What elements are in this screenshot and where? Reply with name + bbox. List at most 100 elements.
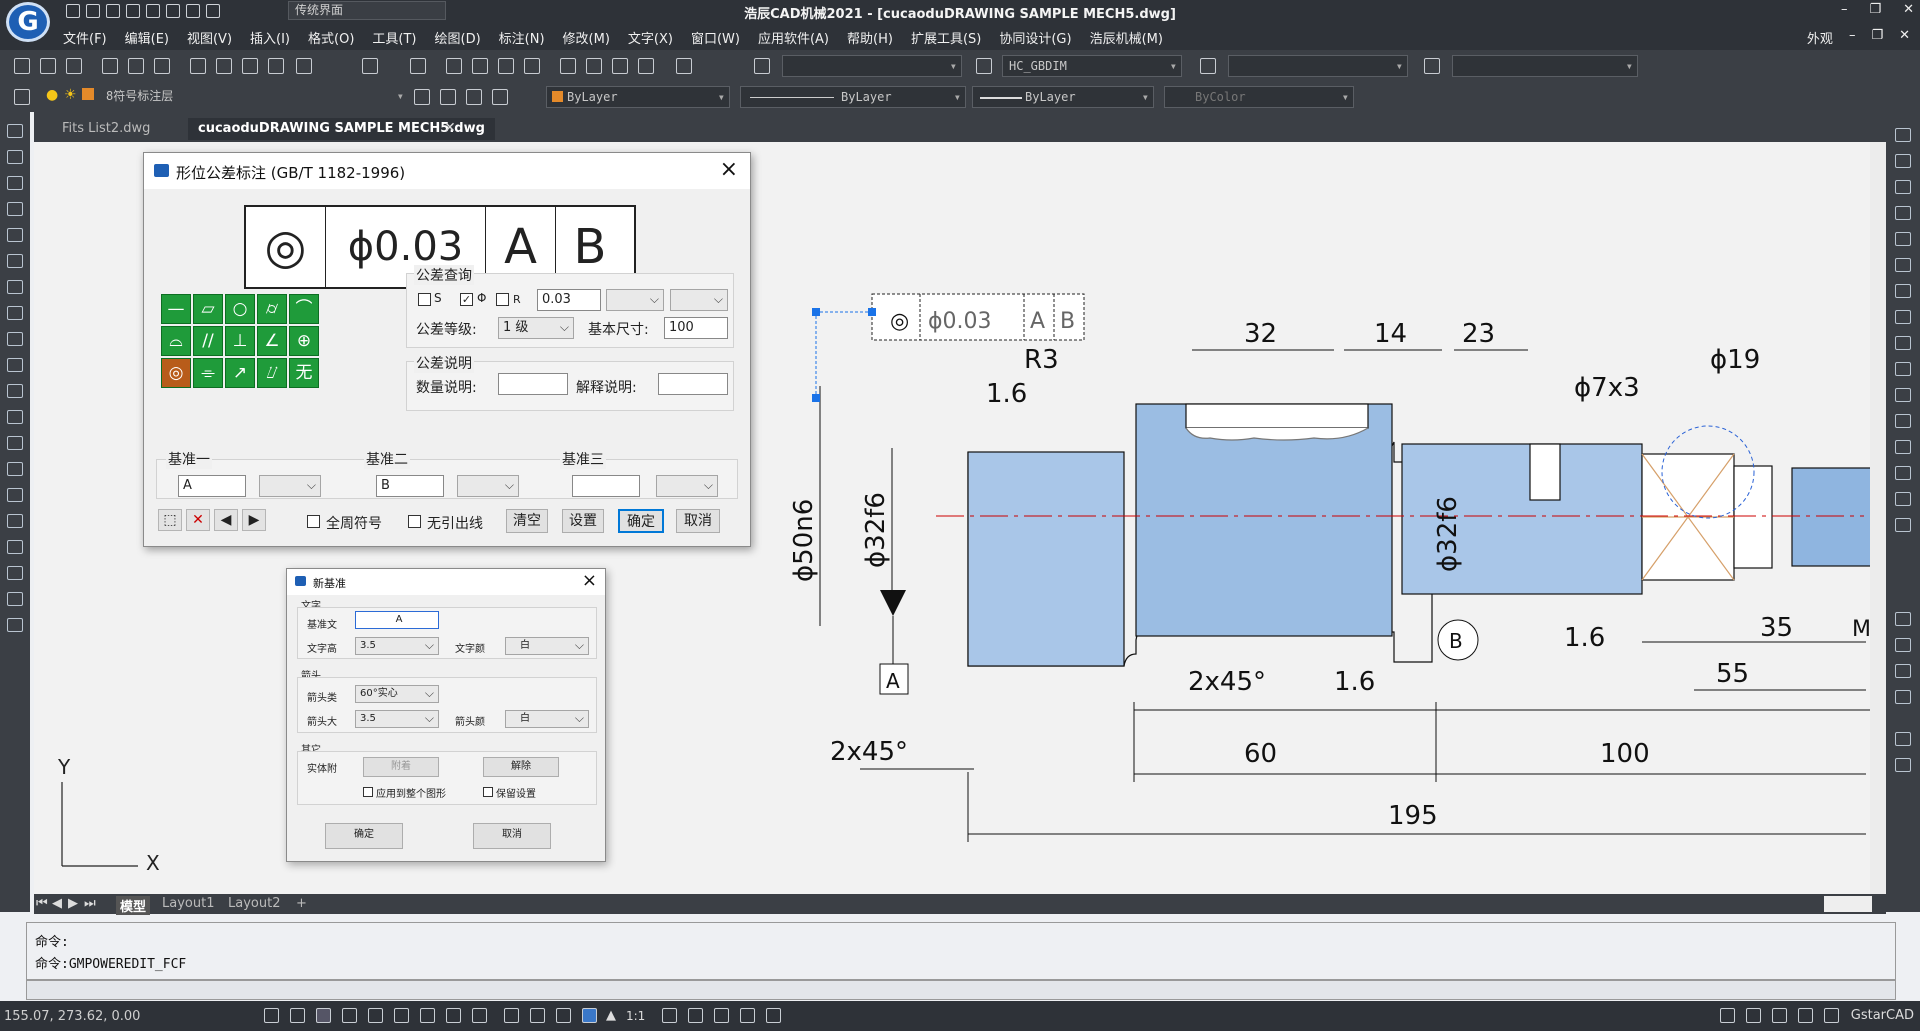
ellipse-arc-icon[interactable]: [7, 384, 23, 398]
explode-icon[interactable]: [1895, 518, 1911, 532]
fillet-icon[interactable]: [1895, 492, 1911, 506]
layer-iso-icon[interactable]: [1895, 732, 1911, 746]
datum3-input[interactable]: [572, 475, 640, 497]
no-symbol[interactable]: 无: [289, 358, 319, 388]
lock-icon[interactable]: [1746, 1008, 1761, 1023]
copy-icon[interactable]: [216, 58, 232, 74]
menu-express[interactable]: 扩展工具(S): [902, 28, 990, 47]
s-checkbox[interactable]: [418, 293, 431, 306]
dist-icon[interactable]: [1895, 612, 1911, 626]
app-logo[interactable]: G: [6, 2, 50, 42]
close-icon[interactable]: ×: [582, 570, 597, 591]
auto-scale-icon[interactable]: [688, 1008, 703, 1023]
detach-button[interactable]: 解除: [483, 757, 559, 777]
list-icon[interactable]: [1895, 664, 1911, 678]
spline-icon[interactable]: [7, 332, 23, 346]
dim-style-select[interactable]: HC_GBDIM: [1002, 55, 1182, 77]
settings-button[interactable]: 设置: [562, 509, 604, 533]
cylindricity-symbol[interactable]: ⌭: [257, 294, 287, 324]
chat-icon[interactable]: [1798, 1008, 1813, 1023]
id-icon[interactable]: [1895, 690, 1911, 704]
material-condition-select[interactable]: [670, 289, 728, 311]
scale-icon[interactable]: [1895, 310, 1911, 324]
menu-dimension[interactable]: 标注(N): [490, 28, 554, 47]
menu-insert[interactable]: 插入(I): [241, 28, 299, 47]
layer-manager-icon[interactable]: [14, 89, 30, 105]
close-icon[interactable]: ×: [720, 157, 738, 182]
delete-icon[interactable]: ✕: [186, 509, 210, 531]
color-select[interactable]: ByLayer: [546, 86, 730, 108]
layer-states-icon[interactable]: [466, 89, 482, 105]
menu-tools[interactable]: 工具(T): [363, 28, 425, 47]
annotation-scale[interactable]: 1:1: [626, 1009, 645, 1023]
angularity-symbol[interactable]: ∠: [257, 326, 287, 356]
table-style-icon[interactable]: [1200, 58, 1216, 74]
layer-match-icon[interactable]: [492, 89, 508, 105]
forward-arrow-icon[interactable]: ▶: [242, 509, 266, 531]
tab-layout2[interactable]: Layout2: [228, 896, 280, 911]
zoom-status-icon[interactable]: [556, 1008, 571, 1023]
dyn-icon[interactable]: [446, 1008, 461, 1023]
help-icon[interactable]: [676, 58, 692, 74]
undo-icon[interactable]: [362, 58, 378, 74]
pick-icon[interactable]: ⬚: [158, 509, 182, 531]
offset-icon[interactable]: [1895, 206, 1911, 220]
add-selected-icon[interactable]: [7, 618, 23, 632]
quantity-input[interactable]: [498, 373, 568, 395]
doc-minimize-button[interactable]: –: [1849, 28, 1856, 47]
pan-icon[interactable]: [446, 58, 462, 74]
multileader-style-select[interactable]: [1452, 55, 1638, 77]
text-height-select[interactable]: 3.5: [355, 637, 439, 655]
circularity-symbol[interactable]: ○: [225, 294, 255, 324]
snap-icon[interactable]: [264, 1008, 279, 1023]
menu-help[interactable]: 帮助(H): [838, 28, 902, 47]
perpendicularity-symbol[interactable]: ⊥: [225, 326, 255, 356]
arrow-color-select[interactable]: 白: [505, 710, 589, 728]
tp-icon[interactable]: [504, 1008, 519, 1023]
text-style-icon[interactable]: [754, 58, 770, 74]
properties-icon[interactable]: [560, 58, 576, 74]
menu-draw[interactable]: 绘图(D): [426, 28, 490, 47]
total-runout-symbol[interactable]: ⌰: [257, 358, 287, 388]
design-center-icon[interactable]: [586, 58, 602, 74]
new-icon[interactable]: [14, 58, 30, 74]
hardware-accel-icon[interactable]: [766, 1008, 781, 1023]
attach-button[interactable]: 附着: [363, 757, 439, 777]
datum2-input[interactable]: B: [376, 475, 444, 497]
chamfer-icon[interactable]: [1895, 466, 1911, 480]
ellipse-icon[interactable]: [7, 358, 23, 372]
menu-modify[interactable]: 修改(M): [554, 28, 619, 47]
menu-file[interactable]: 文件(F): [54, 28, 116, 47]
join-icon[interactable]: [1895, 440, 1911, 454]
block-editor-icon[interactable]: [296, 58, 312, 74]
profile-line-symbol[interactable]: ⌒: [289, 294, 319, 324]
region-icon[interactable]: [7, 540, 23, 554]
annotation-visibility-icon[interactable]: [662, 1008, 677, 1023]
datum-ok-button[interactable]: 确定: [325, 823, 403, 849]
menu-apps[interactable]: 应用软件(A): [749, 28, 838, 47]
tolerance-modifier-select[interactable]: [606, 289, 664, 311]
layer-unisolate-icon[interactable]: [1895, 758, 1911, 772]
minimize-button[interactable]: –: [1841, 2, 1848, 17]
tab-add[interactable]: +: [296, 896, 307, 911]
tool-palette-icon[interactable]: [612, 58, 628, 74]
settings-gear-icon[interactable]: [1720, 1008, 1735, 1023]
straightness-symbol[interactable]: —: [161, 294, 191, 324]
multileader-style-icon[interactable]: [1424, 58, 1440, 74]
parallelism-symbol[interactable]: //: [193, 326, 223, 356]
first-layout-icon[interactable]: ⏮: [36, 896, 48, 911]
cut-icon[interactable]: [190, 58, 206, 74]
arrow-size-select[interactable]: 3.5: [355, 710, 439, 728]
r-checkbox[interactable]: [496, 293, 509, 306]
preview-icon[interactable]: [128, 58, 144, 74]
extend-icon[interactable]: [1895, 388, 1911, 402]
grid-icon[interactable]: [290, 1008, 305, 1023]
base-text-input[interactable]: A: [355, 611, 439, 629]
paste-icon[interactable]: [242, 58, 258, 74]
selection-cycling-icon[interactable]: [582, 1008, 597, 1023]
close-button[interactable]: ✕: [1903, 2, 1914, 17]
rotate-icon[interactable]: [1895, 284, 1911, 298]
text-style-select[interactable]: [782, 55, 962, 77]
annotation-scale-icon[interactable]: ▲: [606, 1008, 621, 1023]
sheetset-icon[interactable]: [638, 58, 654, 74]
